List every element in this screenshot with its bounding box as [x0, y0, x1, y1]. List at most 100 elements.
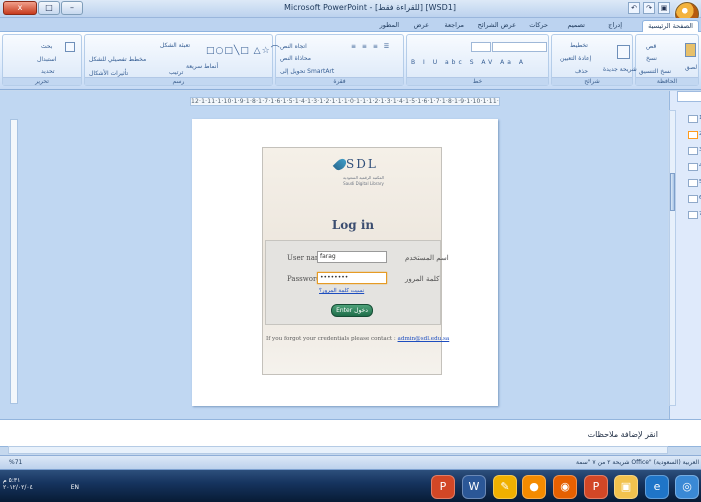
- minimize-button[interactable]: –: [61, 1, 83, 15]
- username-field[interactable]: farag: [317, 251, 387, 263]
- sdl-logo: SDL المكتبة الرقمية السعودية Saudi Digit…: [332, 156, 391, 188]
- vertical-scroll-thumb[interactable]: [670, 173, 675, 211]
- forgot-password-link[interactable]: نسيت كلمة المرور؟: [319, 288, 364, 294]
- clipboard-group-label: الحافظة: [636, 77, 698, 85]
- contact-line: If you forgot your credentials please co…: [266, 336, 449, 342]
- horizontal-ruler: 12·1·11·1·10·1·9·1·8·1·7·1·6·1·5·1·4·1·3…: [190, 97, 500, 106]
- tray-date: ٢٠١٢/٠٢/٠٤: [3, 484, 33, 491]
- font-group-label: خط: [407, 77, 548, 85]
- paint-taskbar-icon[interactable]: ✎: [493, 475, 517, 499]
- find-icon[interactable]: [65, 42, 75, 52]
- slide-thumbnail-3[interactable]: [688, 147, 698, 155]
- shape-outline-label[interactable]: مخطط تفصيلي للشكل: [89, 56, 146, 63]
- tab-review[interactable]: مراجعة: [439, 20, 469, 32]
- slide-thumbnail-1[interactable]: [688, 115, 698, 123]
- text-direction-label[interactable]: اتجاه النص: [280, 43, 307, 50]
- slide-thumbnail-6[interactable]: [688, 195, 698, 203]
- enter-button[interactable]: Enter دخول: [331, 304, 373, 317]
- firefox-taskbar-icon[interactable]: ◉: [553, 475, 577, 499]
- tab-home[interactable]: الصفحة الرئيسية: [642, 20, 699, 32]
- horizontal-scrollbar[interactable]: [8, 446, 668, 454]
- tab-insert[interactable]: إدراج: [603, 20, 627, 32]
- tab-slideshow[interactable]: عرض الشرائح: [473, 20, 521, 32]
- copy-label[interactable]: نسخ: [646, 55, 657, 62]
- media-taskbar-icon[interactable]: ●: [522, 475, 546, 499]
- vertical-scrollbar[interactable]: [669, 110, 676, 406]
- keyboard-language[interactable]: EN: [71, 484, 79, 491]
- powerpoint-taskbar-icon[interactable]: P: [431, 475, 455, 499]
- powerpoint2-taskbar-icon[interactable]: P: [584, 475, 608, 499]
- group-drawing: تعبئة الشكل مخطط تفصيلي للشكل تأثيرات ال…: [84, 34, 280, 86]
- status-bar: %71 شريحة ٢ من ٧ "سمة Office" العربية (ا…: [0, 455, 701, 469]
- undo-icon[interactable]: ↶: [628, 2, 640, 14]
- slide-thumbnail-7[interactable]: [688, 211, 698, 219]
- reset-label[interactable]: إعادة التعيين: [560, 55, 591, 62]
- quick-styles-label[interactable]: أنماط سريعة: [186, 63, 218, 70]
- password-field[interactable]: ••••••••: [317, 272, 387, 284]
- group-slides: شريحة جديدة تخطيط إعادة التعيين حذف شرائ…: [551, 34, 637, 86]
- title-bar: x □ – Microsoft PowerPoint - [للقراءة فق…: [0, 0, 701, 26]
- password-label-ar: كلمة المرور: [405, 275, 440, 283]
- quick-access-toolbar: ↶ ↷ ▣: [628, 2, 670, 14]
- ribbon-tabs: الصفحة الرئيسية إدراج تصميم حركات عرض ال…: [0, 18, 701, 32]
- tab-developer[interactable]: المطور: [375, 20, 404, 32]
- login-box: SDL المكتبة الرقمية السعودية Saudi Digit…: [262, 147, 449, 375]
- zoom-level[interactable]: %71: [9, 459, 22, 466]
- sdl-logo-text: SDL: [346, 157, 378, 171]
- paragraph-buttons[interactable]: ≡ ≡ ≡ ☰: [351, 43, 391, 50]
- notes-placeholder: انقر لإضافة ملاحظات: [587, 430, 658, 439]
- drawing-group-label: رسم: [85, 77, 272, 85]
- replace-label[interactable]: استبدال: [37, 56, 57, 63]
- select-label[interactable]: تحديد: [41, 68, 55, 75]
- group-clipboard: لصق قص نسخ نسخ التنسيق الحافظة: [635, 34, 699, 86]
- shape-fill-label[interactable]: تعبئة الشكل: [160, 42, 190, 49]
- editing-group-label: تحرير: [3, 77, 81, 85]
- slide-thumbnail-2[interactable]: [688, 131, 698, 139]
- shape-effects-label[interactable]: تأثيرات الأشكال: [89, 70, 128, 77]
- new-slide-label[interactable]: شريحة جديدة: [603, 66, 637, 73]
- align-text-label[interactable]: محاذاة النص: [280, 55, 311, 62]
- tab-view[interactable]: عرض: [409, 20, 434, 32]
- paste-label[interactable]: لصق: [685, 64, 697, 71]
- start-taskbar-icon[interactable]: ◎: [675, 475, 699, 499]
- ie-taskbar-icon[interactable]: e: [645, 475, 669, 499]
- font-format-buttons[interactable]: B I U abc S AV Aa A: [411, 59, 526, 66]
- slide-thumbnail-4[interactable]: [688, 163, 698, 171]
- login-title: Log in: [331, 218, 375, 232]
- username-label-ar: اسم المستخدم: [405, 254, 449, 262]
- delete-label[interactable]: حذف: [575, 68, 588, 75]
- convert-smartart-label[interactable]: تحويل إلى SmartArt: [280, 68, 334, 75]
- ribbon: لصق قص نسخ نسخ التنسيق الحافظة شريحة جدي…: [0, 32, 701, 90]
- tray-time: ٥:٣١ م: [3, 477, 21, 484]
- arrange-label[interactable]: ترتيب: [169, 69, 183, 76]
- slides-panel-tab[interactable]: [677, 91, 701, 102]
- tab-design[interactable]: تصميم: [563, 20, 591, 32]
- shapes-gallery[interactable]: □○□╲□ △☆⌒: [206, 43, 281, 56]
- format-painter-label[interactable]: نسخ التنسيق: [639, 68, 671, 75]
- sdl-logo-subtitle-ar: المكتبة الرقمية السعودية: [343, 175, 384, 180]
- paste-icon[interactable]: [685, 43, 696, 57]
- redo-icon[interactable]: ↷: [643, 2, 655, 14]
- contact-email-link[interactable]: admin@sdl.edu.sa: [398, 336, 450, 342]
- save-icon[interactable]: ▣: [658, 2, 670, 14]
- word-taskbar-icon[interactable]: W: [462, 475, 486, 499]
- window-title: Microsoft PowerPoint - [للقراءة فقط] [WS…: [284, 3, 456, 12]
- vertical-ruler: [10, 119, 18, 404]
- group-editing: بحث استبدال تحديد تحرير: [2, 34, 82, 86]
- group-paragraph: اتجاه النص محاذاة النص تحويل إلى SmartAr…: [275, 34, 404, 86]
- slide-thumbnail-5[interactable]: [688, 179, 698, 187]
- contact-prefix: If you forgot your credentials please co…: [266, 336, 396, 342]
- layout-label[interactable]: تخطيط: [570, 42, 588, 49]
- folder-taskbar-icon[interactable]: ▣: [614, 475, 638, 499]
- notes-pane[interactable]: انقر لإضافة ملاحظات: [0, 419, 701, 447]
- maximize-button[interactable]: □: [38, 1, 60, 15]
- close-button[interactable]: x: [3, 1, 37, 15]
- slides-group-label: شرائح: [552, 77, 632, 85]
- tab-animations[interactable]: حركات: [524, 20, 553, 32]
- find-label[interactable]: بحث: [41, 43, 52, 50]
- font-name-box[interactable]: [492, 42, 547, 52]
- paragraph-group-label: فقرة: [276, 77, 403, 85]
- new-slide-icon[interactable]: [617, 45, 630, 59]
- cut-label[interactable]: قص: [646, 43, 656, 50]
- font-size-box[interactable]: [471, 42, 491, 52]
